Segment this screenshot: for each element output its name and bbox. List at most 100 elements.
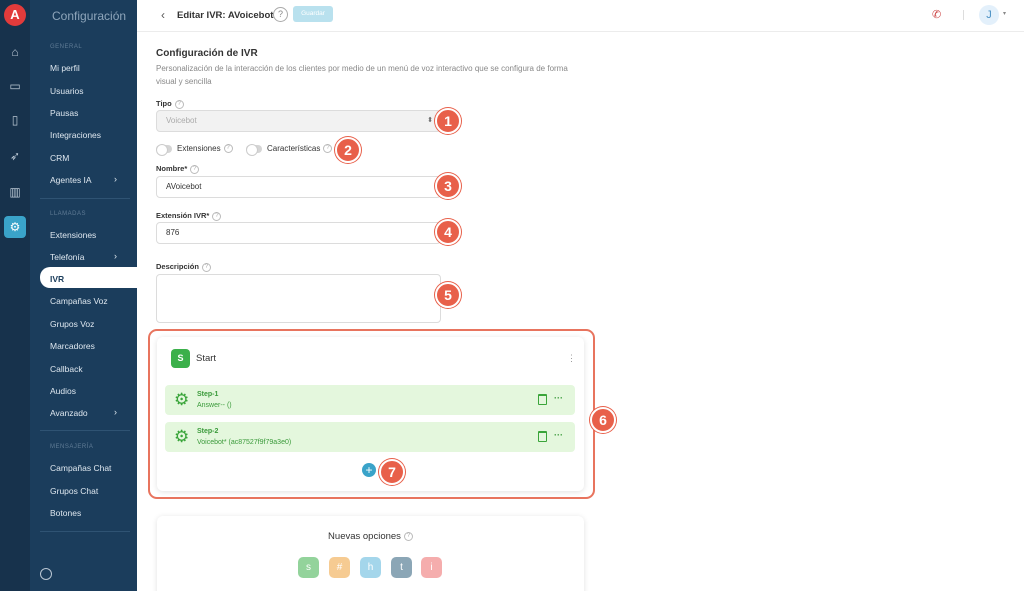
sidebar: Configuración GENERAL Mi perfil Usuarios… (30, 0, 137, 591)
gear-icon: ⚙ (174, 427, 190, 446)
form-description: Personalización de la interacción de los… (156, 64, 568, 86)
help-icon[interactable]: ? (323, 144, 333, 154)
sidebar-item-ivr[interactable]: IVR (50, 274, 64, 284)
sidebar-item-grupos-chat[interactable]: Grupos Chat (50, 486, 98, 496)
divider (40, 198, 130, 199)
nombre-label: Nombre*? (156, 164, 200, 174)
sidebar-item-botones[interactable]: Botones (50, 508, 81, 518)
caracteristicas-label: Características? (267, 144, 333, 154)
option-hash-button[interactable]: # (329, 557, 350, 578)
step-detail: Answer-- () (197, 402, 232, 409)
annotation-badge: 3 (435, 173, 461, 199)
sidebar-header-general: GENERAL (50, 44, 83, 50)
app-logo[interactable]: A (4, 4, 26, 26)
sidebar-item-campanas-voz[interactable]: Campañas Voz (50, 296, 108, 306)
chart-icon[interactable]: ▥ (7, 184, 23, 200)
help-icon[interactable]: ? (190, 164, 200, 174)
flow-step[interactable]: ⚙ Step-1 Answer-- () ··· (165, 385, 575, 415)
sidebar-header-llamadas: LLAMADAS (50, 211, 87, 217)
phone-icon[interactable]: ▯ (7, 112, 23, 128)
kebab-menu-icon[interactable]: ⋮ (567, 353, 576, 364)
help-icon[interactable]: ? (223, 144, 233, 154)
option-h-button[interactable]: h (360, 557, 381, 578)
support-icon[interactable] (40, 568, 52, 580)
sidebar-item-usuarios[interactable]: Usuarios (50, 86, 84, 96)
icon-rail: A ⌂ ▭ ▯ ➶ ▥ ⚙ (0, 0, 30, 591)
annotation-badge: 7 (379, 459, 405, 485)
annotation-badge: 2 (335, 137, 361, 163)
new-options-title: Nuevas opciones? (157, 531, 584, 542)
caracteristicas-toggle[interactable] (246, 144, 262, 156)
phone-off-icon[interactable]: ✆ (932, 8, 941, 21)
more-options-icon[interactable]: ··· (554, 393, 563, 403)
monitor-icon[interactable]: ▭ (7, 78, 23, 94)
ivr-flow-card: S Start ⋮ ⚙ Step-1 Answer-- () ··· ⚙ Ste… (157, 337, 584, 491)
avatar[interactable]: J (979, 5, 999, 25)
tipo-select-value: Voicebot (166, 116, 197, 125)
extensiones-toggle[interactable] (156, 144, 172, 156)
help-icon[interactable]: ? (174, 99, 184, 109)
home-icon[interactable]: ⌂ (7, 44, 23, 60)
form-heading: Configuración de IVR (156, 48, 258, 59)
extension-field[interactable]: 876 (156, 222, 441, 244)
sidebar-item-avanzado[interactable]: Avanzado (50, 408, 88, 418)
add-step-button[interactable]: + (362, 463, 376, 477)
option-t-button[interactable]: t (391, 557, 412, 578)
back-icon[interactable]: ‹ (161, 8, 165, 22)
sidebar-item-agentes-ia[interactable]: Agentes IA (50, 175, 92, 185)
sidebar-item-marcadores[interactable]: Marcadores (50, 341, 95, 351)
annotation-badge: 1 (435, 108, 461, 134)
extension-label: Extensión IVR*? (156, 211, 222, 221)
divider (40, 531, 130, 532)
help-icon[interactable]: ? (201, 262, 211, 272)
tipo-label: Tipo? (156, 99, 184, 109)
save-button[interactable]: Guardar (293, 6, 333, 22)
sidebar-item-campanas-chat[interactable]: Campañas Chat (50, 463, 111, 473)
flow-step[interactable]: ⚙ Step-2 Voicebot* (ac87527f9f79a3e0) ··… (165, 422, 575, 452)
start-node-label: Start (196, 353, 217, 364)
sidebar-item-integraciones[interactable]: Integraciones (50, 130, 101, 140)
sidebar-item-extensiones[interactable]: Extensiones (50, 230, 96, 240)
annotation-badge: 6 (590, 407, 616, 433)
start-node-icon: S (171, 349, 190, 368)
step-name: Step-2 (197, 428, 219, 435)
sidebar-item-telefonia[interactable]: Telefonía (50, 252, 85, 262)
sidebar-header-mensajeria: MENSAJERÍA (50, 444, 94, 450)
sidebar-item-callback[interactable]: Callback (50, 364, 83, 374)
divider (963, 10, 964, 20)
option-i-button[interactable]: i (421, 557, 442, 578)
sidebar-item-mi-perfil[interactable]: Mi perfil (50, 63, 80, 73)
rocket-icon[interactable]: ➶ (7, 148, 23, 164)
chevron-right-icon[interactable]: › (114, 174, 117, 184)
descripcion-textarea[interactable] (156, 274, 441, 323)
select-arrows-icon: ⬍ (427, 117, 433, 124)
tipo-select[interactable]: Voicebot ⬍ (156, 110, 441, 132)
trash-icon[interactable] (538, 394, 547, 405)
sidebar-item-pausas[interactable]: Pausas (50, 108, 78, 118)
help-icon[interactable]: ? (212, 211, 222, 221)
descripcion-label: Descripción? (156, 262, 211, 272)
sidebar-item-grupos-voz[interactable]: Grupos Voz (50, 319, 94, 329)
page-title: Editar IVR: AVoicebot (177, 10, 274, 21)
step-detail: Voicebot* (ac87527f9f79a3e0) (197, 439, 292, 446)
option-s-button[interactable]: s (298, 557, 319, 578)
divider (40, 430, 130, 431)
help-icon[interactable]: ? (273, 7, 288, 22)
annotation-badge: 5 (435, 282, 461, 308)
nombre-field[interactable]: AVoicebot (156, 176, 441, 198)
chevron-down-icon[interactable]: ▾ (1003, 10, 1006, 17)
settings-icon[interactable]: ⚙ (4, 216, 26, 238)
annotation-badge: 4 (435, 219, 461, 245)
top-header: ‹ Editar IVR: AVoicebot ? Guardar ✆ J ▾ (137, 0, 1024, 32)
step-name: Step-1 (197, 391, 219, 398)
chevron-right-icon[interactable]: › (114, 407, 117, 417)
help-icon[interactable]: ? (403, 531, 413, 541)
sidebar-item-audios[interactable]: Audios (50, 386, 76, 396)
more-options-icon[interactable]: ··· (554, 430, 563, 440)
sidebar-item-crm[interactable]: CRM (50, 153, 69, 163)
trash-icon[interactable] (538, 431, 547, 442)
extensiones-label: Extensiones? (177, 144, 233, 154)
new-options-card: Nuevas opciones? s # h t i (157, 516, 584, 591)
chevron-right-icon[interactable]: › (114, 251, 117, 261)
gear-icon: ⚙ (174, 390, 190, 409)
